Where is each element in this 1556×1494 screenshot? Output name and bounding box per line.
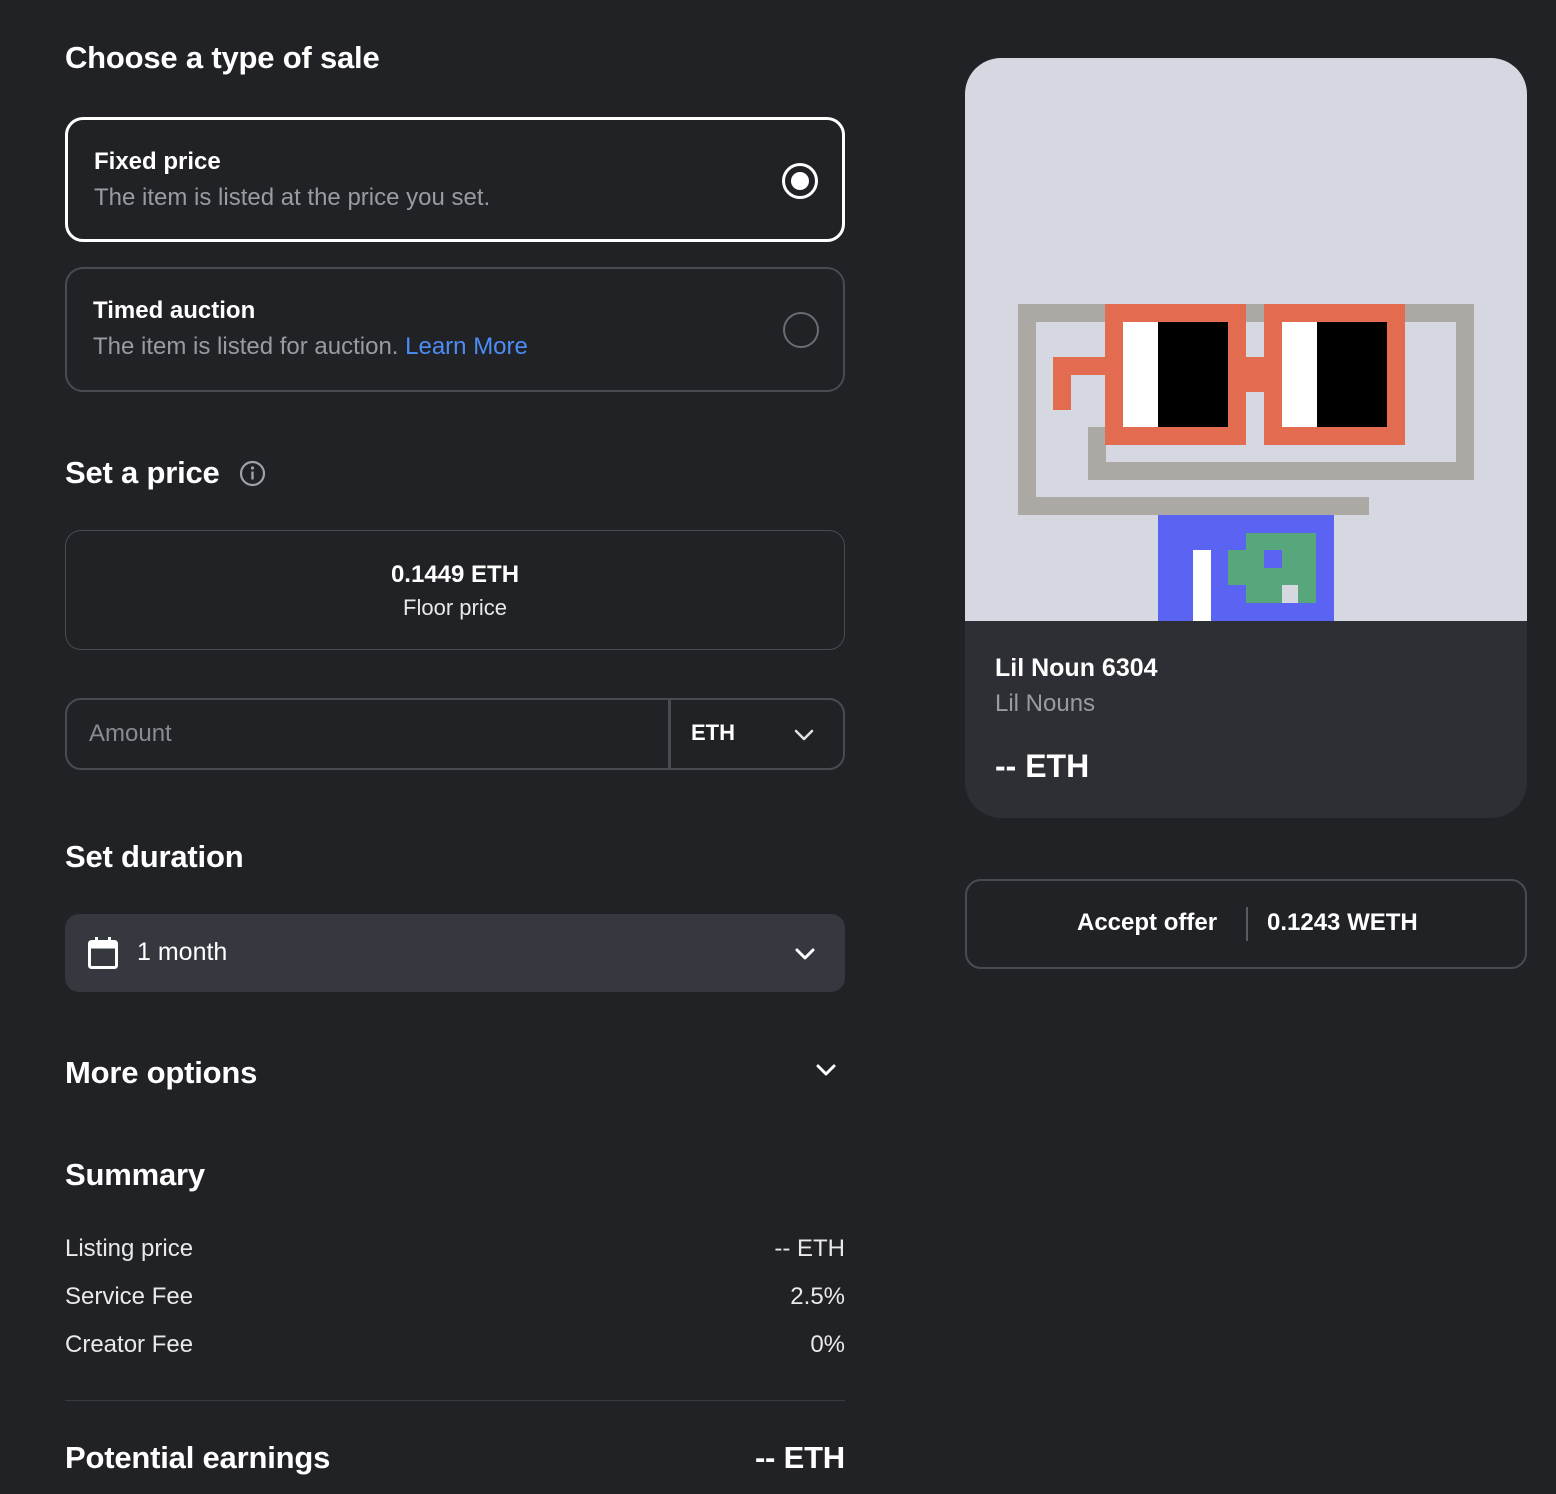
fixed-price-radio[interactable] [782, 163, 818, 199]
currency-label: ETH [691, 720, 735, 745]
info-icon[interactable] [239, 460, 266, 487]
summary-divider [65, 1400, 845, 1401]
nft-collection: Lil Nouns [995, 690, 1096, 717]
fixed-price-option[interactable]: Fixed price The item is listed at the pr… [65, 117, 845, 242]
amount-field-group: ETH [65, 698, 845, 770]
chevron-down-icon [794, 729, 814, 741]
duration-value: 1 month [137, 938, 228, 966]
sale-type-heading: Choose a type of sale [65, 40, 380, 75]
fixed-price-description: The item is listed at the price you set. [94, 184, 491, 211]
summary-row-label: Listing price [65, 1235, 194, 1262]
nft-price: -- ETH [995, 748, 1090, 784]
fixed-price-title: Fixed price [94, 148, 221, 175]
accept-offer-separator [1246, 907, 1248, 941]
floor-price-value: 0.1449 ETH [390, 561, 520, 588]
nft-preview-card[interactable]: Lil Noun 6304 Lil Nouns -- ETH [965, 58, 1527, 818]
potential-earnings-value: -- ETH [754, 1440, 845, 1475]
timed-auction-title: Timed auction [93, 297, 256, 324]
set-price-heading: Set a price [65, 455, 220, 490]
nft-image [965, 58, 1527, 621]
amount-input[interactable] [67, 700, 671, 768]
calendar-icon [88, 937, 118, 969]
floor-price-box: 0.1449 ETH Floor price [65, 530, 845, 650]
timed-auction-option[interactable]: Timed auction The item is listed for auc… [65, 267, 845, 392]
summary-row-value: -- ETH [774, 1235, 845, 1262]
floor-price-label: Floor price [403, 595, 507, 620]
set-duration-heading: Set duration [65, 839, 244, 874]
timed-auction-radio[interactable] [783, 312, 819, 348]
summary-row-value: 2.5% [790, 1283, 845, 1310]
duration-select[interactable]: 1 month [65, 914, 845, 992]
chevron-down-icon [795, 948, 815, 960]
summary-row-label: Creator Fee [65, 1331, 194, 1358]
summary-row-value: 0% [810, 1331, 845, 1358]
chevron-down-icon [816, 1064, 836, 1076]
accept-offer-button[interactable]: Accept offer 0.1243 WETH [965, 879, 1527, 969]
timed-auction-description: The item is listed for auction. Learn Mo… [93, 333, 528, 360]
more-options-label: More options [65, 1055, 258, 1090]
nft-name: Lil Noun 6304 [995, 654, 1158, 682]
more-options-toggle[interactable]: More options [65, 1050, 845, 1096]
summary-row-listing-price: Listing price -- ETH [65, 1235, 845, 1263]
currency-select[interactable]: ETH [671, 700, 843, 768]
summary-heading: Summary [65, 1157, 205, 1192]
summary-row-creator-fee: Creator Fee 0% [65, 1331, 845, 1359]
potential-earnings-label: Potential earnings [65, 1440, 331, 1475]
summary-row-label: Service Fee [65, 1283, 194, 1310]
learn-more-link[interactable]: Learn More [405, 333, 528, 360]
summary-row-service-fee: Service Fee 2.5% [65, 1283, 845, 1311]
lil-noun-artwork [1018, 304, 1474, 621]
accept-offer-label: Accept offer [1077, 909, 1218, 936]
accept-offer-value: 0.1243 WETH [1267, 909, 1418, 936]
